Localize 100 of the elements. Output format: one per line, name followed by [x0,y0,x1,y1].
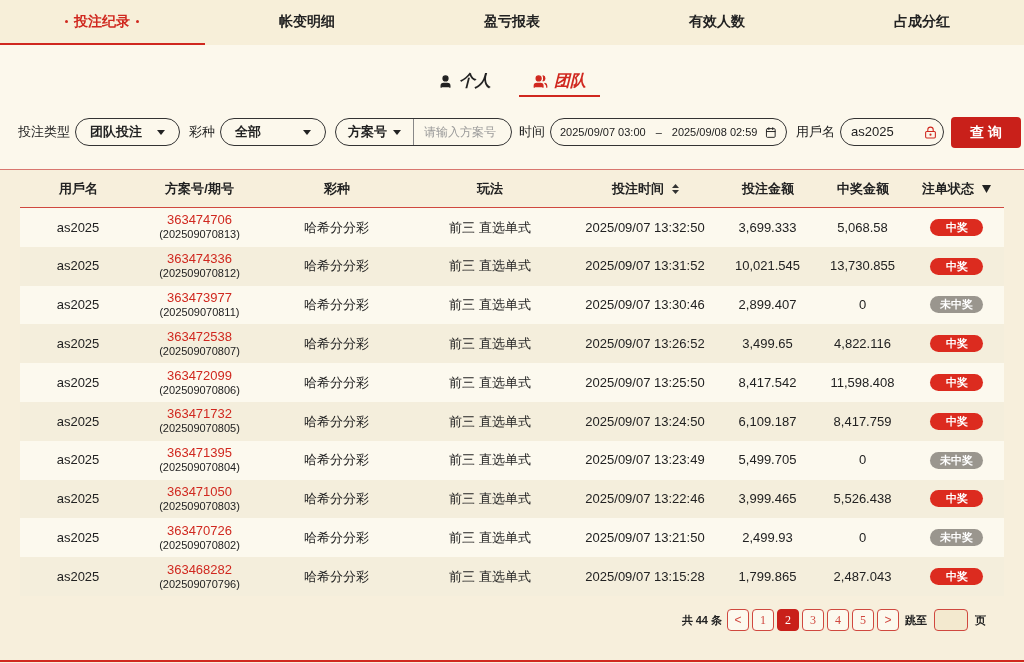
table-cell-text: as2025 [55,373,101,392]
plan-number-link[interactable]: 363471050 [166,484,233,499]
issue-number: (202509070804) [159,460,240,475]
table-cell-text: 2,899.407 [737,296,798,315]
table-cell-text: as2025 [55,296,101,315]
issue-number: (202509070802) [159,537,240,552]
table-cell-text: as2025 [55,451,101,470]
column-header: 彩种 [322,179,351,198]
column-header: 用戶名 [57,179,99,198]
status-badge: 未中奖 [930,451,983,469]
plan-number-link[interactable]: 363472099 [166,368,233,383]
table-cell-text: 哈希分分彩 [303,451,370,470]
query-button[interactable]: 查 询 [951,116,1021,148]
table-cell-text: 2025/09/07 13:15:28 [584,567,706,586]
table-cell-text: 前三 直选单式 [448,529,532,547]
plan-number-link[interactable]: 363468282 [166,562,233,577]
nav-tab[interactable]: 帐变明细 [204,0,410,45]
table-cell-text: 前三 直选单式 [448,451,532,470]
total-count: 共 44 条 [681,612,722,628]
table-cell-text: 哈希分分彩 [303,257,370,276]
table-cell-text: 2025/09/07 13:23:49 [584,451,706,470]
table-cell-text: 13,730.855 [828,257,897,276]
end-date: 2025/09/08 02:59 [671,124,758,140]
table-cell-text: 2025/09/07 13:31:52 [584,257,706,276]
page-button[interactable]: 5 [852,608,874,631]
scope-tab[interactable]: 个人 [424,67,505,97]
plan-number-link[interactable]: 363474706 [166,213,233,228]
table-cell-text: as2025 [55,335,101,354]
issue-number: (202509070813) [159,227,240,242]
table-cell-text: 2025/09/07 13:24:50 [584,412,706,431]
table-cell-text: 前三 直选单式 [448,296,532,315]
issue-number: (202509070796) [159,576,240,591]
table-cell-text: as2025 [55,218,101,237]
page-button[interactable]: 2 [777,608,799,631]
table-cell-text: 6,109.187 [737,412,798,431]
table-cell-text: as2025 [55,257,101,276]
status-badge: 中奖 [930,335,983,353]
prev-page-button[interactable]: < [727,608,749,631]
table-cell-text: 5,068.58 [836,218,889,237]
table-cell-text: 8,417.759 [832,412,893,431]
table-cell-text: 1,799.865 [737,567,798,586]
issue-number: (202509070803) [159,498,240,513]
table-cell-text: 前三 直选单式 [448,335,532,354]
table-cell-text: 哈希分分彩 [303,296,370,315]
issue-number: (202509070807) [159,343,240,358]
table-cell-text: 哈希分分彩 [303,218,370,237]
issue-number: (202509070805) [159,421,240,436]
table-cell-text: 2025/09/07 13:21:50 [584,529,706,547]
plan-type-select[interactable]: 方案号 [336,119,414,145]
table-cell-text: 5,526.438 [832,490,893,509]
table-cell-text: 哈希分分彩 [303,412,370,431]
table-cell-text: 2025/09/07 13:25:50 [584,373,706,392]
table-cell-text: 5,499.705 [737,451,798,470]
plan-number-link[interactable]: 363471732 [166,407,233,422]
scope-tab[interactable]: 团队 [519,67,600,97]
column-header[interactable]: 注单状态 [910,178,1003,199]
issue-number: (202509070811) [159,305,240,319]
table-cell-text: 前三 直选单式 [448,412,532,431]
plan-number-link[interactable]: 363473977 [166,291,233,305]
column-header: 玩法 [475,179,504,198]
plan-number-link[interactable]: 363471395 [166,446,233,461]
table-cell-text: 哈希分分彩 [303,490,370,509]
filter-label: 用戶名 [796,123,835,142]
status-badge: 中奖 [930,490,983,508]
table-cell-text: 哈希分分彩 [303,335,370,354]
status-badge: 未中奖 [930,296,983,314]
next-page-button[interactable]: > [877,608,899,631]
filter-label: 投注类型 [18,123,70,142]
table-cell-text: 前三 直选单式 [448,257,532,276]
table-cell-text: 2,499.93 [741,529,794,547]
page-button[interactable]: 1 [752,608,774,631]
page-button[interactable]: 4 [827,608,849,631]
status-badge: 中奖 [930,257,983,275]
nav-tab[interactable]: 占成分红 [819,0,1024,45]
table-cell-text: 前三 直选单式 [448,218,532,237]
nav-tab[interactable]: 盈亏报表 [409,0,615,45]
table-cell-text: 哈希分分彩 [303,529,370,547]
table-cell-text: 8,417.542 [737,373,798,392]
column-header: 投注金额 [740,179,795,198]
status-badge: 未中奖 [930,529,983,547]
table-cell-text: 11,598.408 [829,373,896,392]
nav-tab[interactable]: 投注纪录 [0,0,205,45]
table-cell-text: 3,999.465 [737,490,798,509]
table-cell-text: 2025/09/07 13:30:46 [584,296,706,315]
plan-number-link[interactable]: 363474336 [166,252,233,267]
table-cell-text: 2025/09/07 13:22:46 [584,490,706,509]
issue-number: (202509070812) [159,266,240,281]
table-cell-text: 2025/09/07 13:32:50 [584,218,706,237]
plan-number-link[interactable]: 363470726 [166,523,233,538]
plan-number-link[interactable]: 363472538 [166,329,233,344]
status-badge: 中奖 [930,568,983,586]
table-cell-text: 前三 直选单式 [448,373,532,392]
status-badge: 中奖 [930,374,983,392]
jump-label: 跳至 [905,612,927,628]
column-header[interactable]: 投注时间 [570,178,720,199]
status-badge: 中奖 [930,412,983,430]
nav-tab[interactable]: 有效人数 [614,0,820,45]
table-cell-text: 0 [857,296,868,315]
page-button[interactable]: 3 [802,608,824,631]
table-cell-text: as2025 [55,567,101,586]
